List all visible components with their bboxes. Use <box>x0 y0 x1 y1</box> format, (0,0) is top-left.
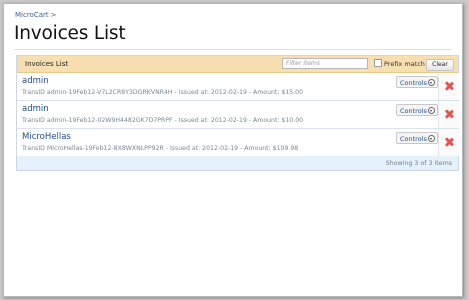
delete-cell <box>438 129 459 156</box>
list-footer: Showing 3 of 3 items <box>17 156 458 170</box>
invoice-detail: TransID admin-19Feb12-02W9H4482GK7D7PRPF… <box>22 117 304 124</box>
chevron-down-icon <box>428 107 435 114</box>
controls-label: Controls <box>400 135 427 143</box>
page-title: Invoices List <box>14 23 126 44</box>
list-item: MicroHellas TransID MicroHellas-19Feb12-… <box>17 129 459 157</box>
delete-icon[interactable] <box>445 110 453 118</box>
prefix-match-checkbox[interactable] <box>374 59 382 67</box>
delete-cell <box>438 101 459 128</box>
filter-input[interactable] <box>282 58 368 69</box>
invoice-detail: TransID admin-19Feb12-V7L2CR8Y3DGRKVNR4H… <box>22 89 304 96</box>
delete-icon[interactable] <box>445 82 453 90</box>
controls-label: Controls <box>400 107 427 115</box>
controls-button[interactable]: Controls <box>396 76 438 88</box>
breadcrumb-link-microcart[interactable]: MicroCart <box>15 11 49 19</box>
invoices-list-panel: Invoices List Prefix match Clear admin T… <box>16 55 459 171</box>
invoice-detail: TransID MicroHellas-19Feb12-8X8WXNLPP92R… <box>22 145 299 152</box>
invoice-name-link[interactable]: MicroHellas <box>22 132 71 142</box>
list-item: admin TransID admin-19Feb12-02W9H4482GK7… <box>17 101 459 129</box>
controls-label: Controls <box>400 79 427 87</box>
delete-icon[interactable] <box>445 138 453 146</box>
invoice-name-link[interactable]: admin <box>22 76 49 86</box>
prefix-match-label: Prefix match <box>384 60 425 68</box>
breadcrumb-separator: > <box>50 11 57 19</box>
invoice-name-link[interactable]: admin <box>22 104 49 114</box>
item-count-status: Showing 3 of 3 items <box>385 160 452 167</box>
list-item: admin TransID admin-19Feb12-V7L2CR8Y3DGR… <box>17 73 459 101</box>
controls-button[interactable]: Controls <box>396 104 438 116</box>
chevron-down-icon <box>428 79 435 86</box>
chevron-down-icon <box>428 135 435 142</box>
title-divider <box>14 49 452 50</box>
list-title: Invoices List <box>25 60 69 68</box>
delete-cell <box>438 73 459 100</box>
app-window: MicroCart> Invoices List Invoices List P… <box>3 3 463 297</box>
list-header: Invoices List Prefix match Clear <box>17 56 458 73</box>
breadcrumb: MicroCart > <box>15 11 57 19</box>
clear-button[interactable]: Clear <box>426 59 454 71</box>
controls-button[interactable]: Controls <box>396 132 438 144</box>
